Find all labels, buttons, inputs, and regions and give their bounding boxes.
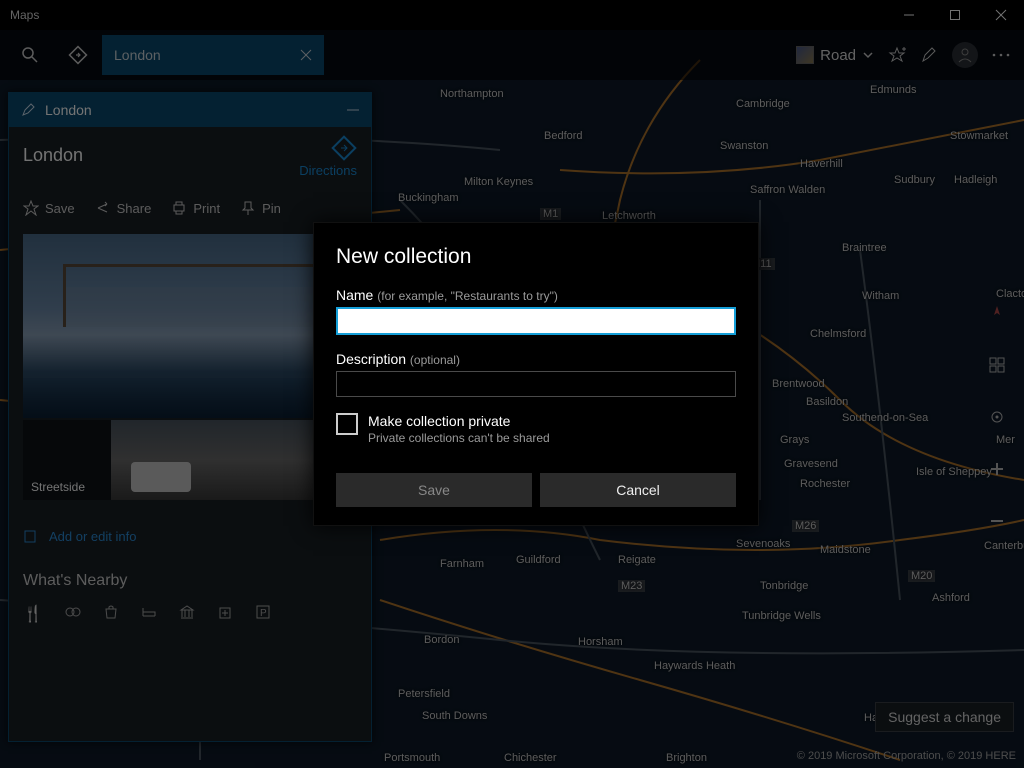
private-label: Make collection private <box>368 413 550 429</box>
cancel-button[interactable]: Cancel <box>540 473 736 507</box>
name-label: Name (for example, "Restaurants to try") <box>336 287 736 303</box>
description-label: Description (optional) <box>336 351 736 367</box>
dialog-title: New collection <box>336 245 736 269</box>
description-input[interactable] <box>336 371 736 397</box>
private-sub: Private collections can't be shared <box>368 431 550 445</box>
name-input[interactable] <box>336 307 736 335</box>
new-collection-dialog: New collection Name (for example, "Resta… <box>313 222 759 526</box>
save-button[interactable]: Save <box>336 473 532 507</box>
private-checkbox[interactable] <box>336 413 358 435</box>
